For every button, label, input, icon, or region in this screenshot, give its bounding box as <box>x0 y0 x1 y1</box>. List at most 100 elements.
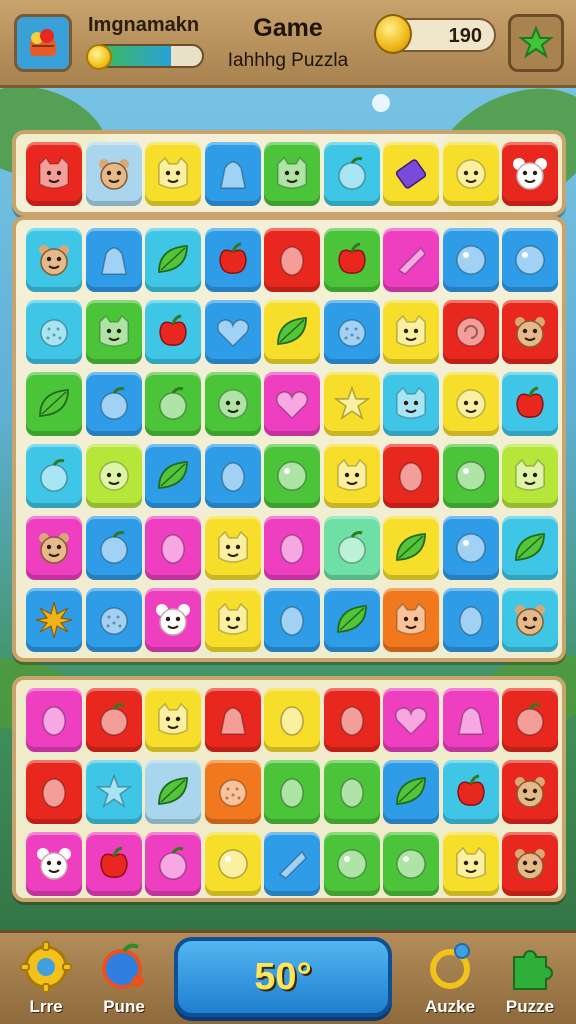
tile-fruit[interactable] <box>323 516 380 580</box>
nav-item-puzze[interactable]: Puzze <box>490 941 570 1021</box>
tile-cat-face[interactable] <box>383 588 439 652</box>
tile-star[interactable] <box>323 372 380 436</box>
tile-egg[interactable] <box>323 688 380 752</box>
tile-mouse-face[interactable] <box>502 142 558 206</box>
tile-berry[interactable] <box>26 300 82 364</box>
tile-apple[interactable] <box>145 300 201 364</box>
tile-egg[interactable] <box>145 516 201 580</box>
tile-bag[interactable] <box>204 688 261 752</box>
tile-mouse-face[interactable] <box>145 588 201 652</box>
tile-egg[interactable] <box>264 588 320 652</box>
tile-leaf[interactable] <box>26 372 82 436</box>
tile-egg[interactable] <box>26 688 82 752</box>
tile-heart[interactable] <box>204 300 261 364</box>
tile-fruit[interactable] <box>85 688 142 752</box>
tile-bear-face[interactable] <box>502 832 558 896</box>
tile-fruit[interactable] <box>323 142 380 206</box>
tile-leaf[interactable] <box>264 300 320 364</box>
tile-cat-face[interactable] <box>204 588 261 652</box>
tile-fruit[interactable] <box>502 688 558 752</box>
tile-leaf[interactable] <box>145 444 201 508</box>
tile-egg[interactable] <box>264 688 320 752</box>
tile-bag[interactable] <box>442 688 499 752</box>
tile-ball[interactable] <box>442 444 499 508</box>
tile-leaf[interactable] <box>145 760 201 824</box>
tile-cat-face[interactable] <box>383 372 439 436</box>
tile-mouse-face[interactable] <box>26 832 82 896</box>
tile-leaf[interactable] <box>145 228 201 292</box>
tile-bear-face[interactable] <box>85 142 142 206</box>
tile-ball[interactable] <box>502 228 558 292</box>
tile-heart[interactable] <box>264 372 320 436</box>
tile-cat-face[interactable] <box>85 300 142 364</box>
apple-icon <box>99 846 128 878</box>
avatar[interactable] <box>14 14 72 72</box>
tile-bear-face[interactable] <box>502 300 558 364</box>
tile-apple[interactable] <box>502 372 558 436</box>
tile-leaf[interactable] <box>383 760 439 824</box>
tile-candy[interactable] <box>383 228 439 292</box>
tile-cat-face[interactable] <box>502 444 558 508</box>
tile-bag[interactable] <box>204 142 261 206</box>
tile-ball[interactable] <box>264 444 320 508</box>
tile-apple[interactable] <box>442 760 499 824</box>
tile-ball[interactable] <box>442 516 499 580</box>
tile-smile[interactable] <box>204 372 261 436</box>
tile-egg[interactable] <box>442 588 499 652</box>
nav-item-pune[interactable]: Pune <box>84 941 164 1021</box>
tile-ball[interactable] <box>323 832 380 896</box>
tile-fruit[interactable] <box>85 372 142 436</box>
tile-burst[interactable] <box>26 588 82 652</box>
tile-cat-face[interactable] <box>26 142 82 206</box>
nav-item-lrre[interactable]: Lrre <box>6 941 86 1021</box>
tile-fruit[interactable] <box>85 516 142 580</box>
tile-egg[interactable] <box>264 516 320 580</box>
tile-bear-face[interactable] <box>26 228 82 292</box>
tile-bear-face[interactable] <box>502 588 558 652</box>
tile-cat-face[interactable] <box>145 142 201 206</box>
tile-egg[interactable] <box>264 760 320 824</box>
tile-cat-face[interactable] <box>323 444 380 508</box>
tile-heart[interactable] <box>383 688 439 752</box>
tile-apple[interactable] <box>323 228 380 292</box>
tile-cat-face[interactable] <box>383 300 439 364</box>
tile-candy[interactable] <box>264 832 320 896</box>
tile-cat-face[interactable] <box>442 832 499 896</box>
tile-ball[interactable] <box>204 832 261 896</box>
tile-cat-face[interactable] <box>145 688 201 752</box>
tile-berry[interactable] <box>323 300 380 364</box>
tile-bear-face[interactable] <box>26 516 82 580</box>
tile-swirl[interactable] <box>442 300 499 364</box>
tile-smile[interactable] <box>442 142 499 206</box>
tile-egg[interactable] <box>26 760 82 824</box>
tile-apple[interactable] <box>204 228 261 292</box>
tile-star[interactable] <box>85 760 142 824</box>
tile-leaf[interactable] <box>502 516 558 580</box>
tile-battery[interactable] <box>383 142 439 206</box>
tile-fruit[interactable] <box>145 372 201 436</box>
tile-fruit[interactable] <box>145 832 201 896</box>
tile-bag[interactable] <box>85 228 142 292</box>
tile-ball[interactable] <box>383 832 439 896</box>
tile-cat-face[interactable] <box>204 516 261 580</box>
tile-leaf[interactable] <box>383 516 439 580</box>
tile-smile[interactable] <box>85 444 142 508</box>
tile-berry[interactable] <box>85 588 142 652</box>
tile-egg[interactable] <box>383 444 439 508</box>
tile-apple[interactable] <box>85 832 142 896</box>
tile-egg[interactable] <box>204 444 261 508</box>
tile-egg[interactable] <box>264 228 320 292</box>
tile-smile[interactable] <box>442 372 499 436</box>
tile-ball[interactable] <box>442 228 499 292</box>
tile-bear-face[interactable] <box>502 760 558 824</box>
tile-egg[interactable] <box>323 760 380 824</box>
tile-cat-face[interactable] <box>264 142 320 206</box>
settings-button[interactable] <box>508 14 564 72</box>
nav-item-auzke[interactable]: Auzke <box>410 941 490 1021</box>
tile-leaf[interactable] <box>323 588 380 652</box>
gear-icon <box>20 941 72 993</box>
tile-fruit[interactable] <box>26 444 82 508</box>
play-button[interactable]: 50° <box>174 937 392 1017</box>
tile-berry[interactable] <box>204 760 261 824</box>
ring-icon <box>430 943 470 989</box>
